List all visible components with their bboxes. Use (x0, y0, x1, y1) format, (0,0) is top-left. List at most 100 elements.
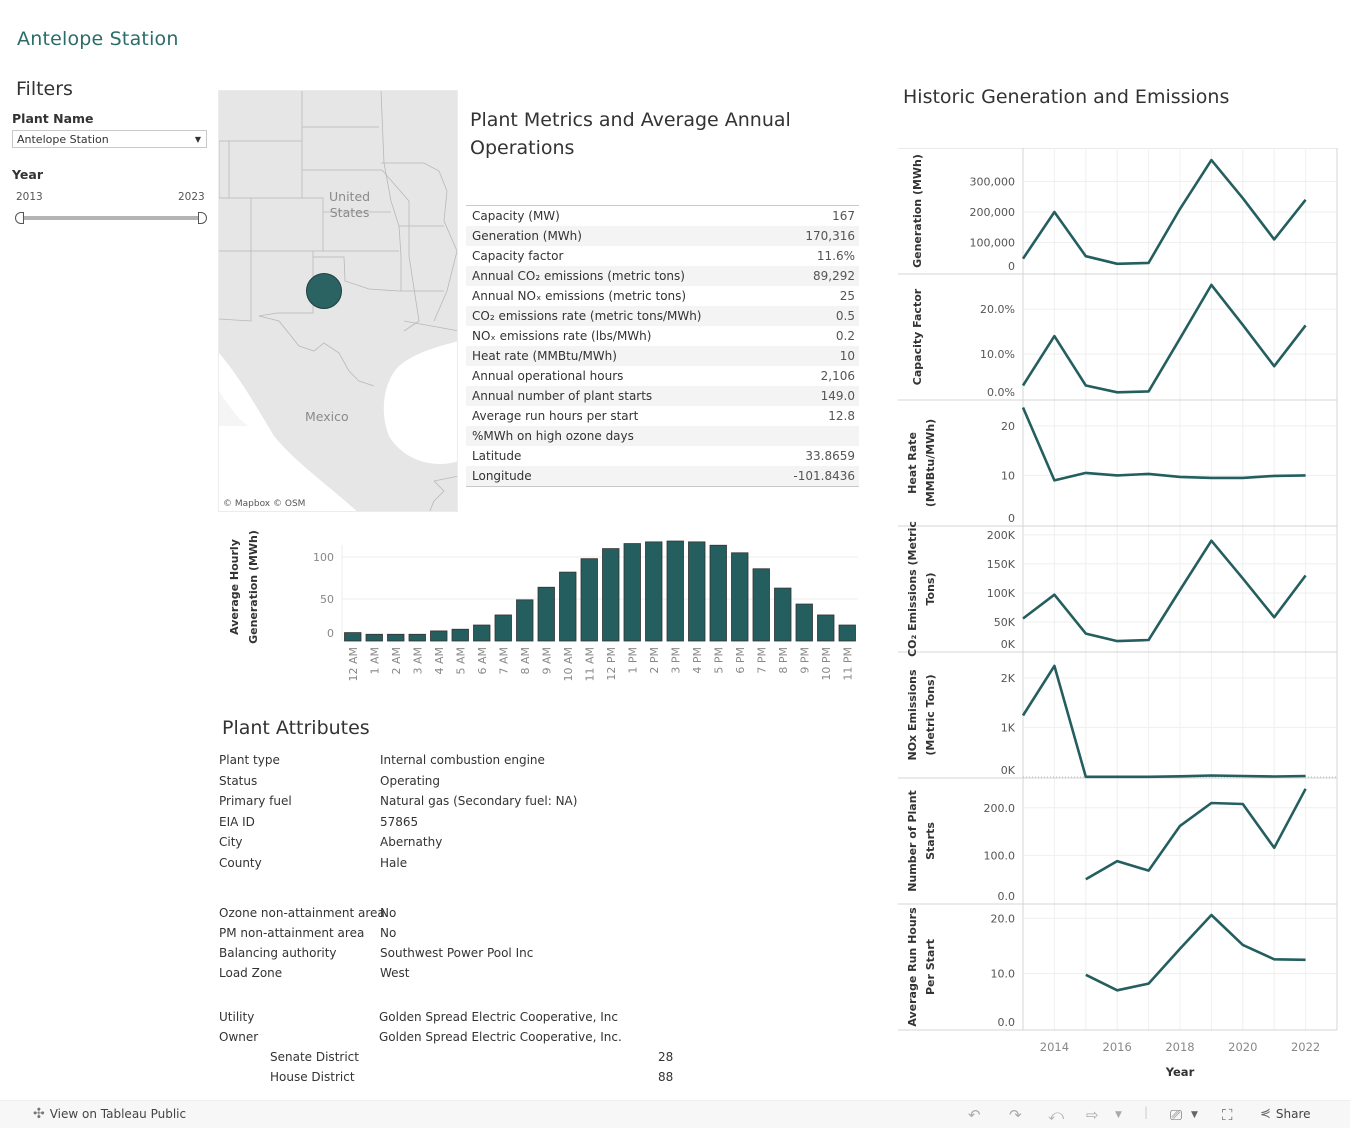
share-button[interactable]: ⋞ Share (1260, 1106, 1311, 1121)
filters-heading: Filters (16, 78, 73, 100)
bar (624, 544, 641, 641)
year-slider-max-handle[interactable] (198, 212, 207, 224)
metric-label: Annual number of plant starts (472, 386, 652, 406)
bar (603, 549, 620, 641)
metric-value: 170,316 (805, 226, 855, 246)
year-slider-track[interactable] (20, 216, 203, 220)
y-tick-label: 10.0 (991, 968, 1016, 981)
y-tick-label: 100,000 (970, 236, 1016, 249)
attribute-label: PM non-attainment area (219, 926, 364, 940)
metric-value: 11.6% (817, 246, 855, 266)
metrics-row: Annual NOₓ emissions (metric tons)25 (466, 286, 859, 306)
x-tick-label: 11 PM (841, 647, 854, 681)
pane-y-title: CO₂ Emissions (Metric (906, 521, 919, 657)
bar (452, 629, 469, 641)
bar (753, 569, 770, 641)
x-tick-label: 2020 (1228, 1040, 1257, 1054)
attribute-label: City (219, 835, 243, 849)
hourly-generation-chart: Average HourlyGeneration (MWh)05010012 A… (218, 530, 863, 694)
x-tick-label: 10 AM (562, 647, 575, 682)
plant-location-marker[interactable] (306, 273, 342, 309)
attribute-label: Balancing authority (219, 946, 337, 960)
x-tick-label: 3 AM (411, 647, 424, 675)
y-tick-label: 50K (994, 616, 1016, 629)
x-tick-label: 3 PM (669, 647, 682, 674)
historic-charts: Generation (MWh)0100,000200,000300,000Ca… (898, 148, 1340, 1087)
metric-value: 0.2 (836, 326, 855, 346)
y-tick-label: 1K (1001, 721, 1016, 734)
plant-attributes-title: Plant Attributes (222, 714, 370, 742)
revert-icon[interactable]: ⤺ (1048, 1106, 1064, 1124)
y-tick-label: 200.0 (984, 802, 1016, 815)
x-tick-label: 11 AM (583, 647, 596, 682)
attribute-value: Internal combustion engine (380, 753, 545, 767)
x-axis-title: Year (1165, 1065, 1195, 1079)
undo-icon[interactable]: ↶ (968, 1106, 981, 1124)
hourly-generation-svg: Average HourlyGeneration (MWh)05010012 A… (218, 530, 863, 690)
chevron-down-icon: ▼ (195, 133, 201, 146)
plant-metrics-title: Plant Metrics and Average Annual Operati… (470, 106, 850, 162)
year-slider-min-handle[interactable] (15, 212, 24, 224)
y-tick-label: 0 (1008, 512, 1015, 525)
metric-label: Capacity factor (472, 246, 563, 266)
metric-value: 12.8 (828, 406, 855, 426)
plant-name-dropdown[interactable]: Antelope Station ▼ (12, 130, 207, 148)
x-tick-label: 5 PM (712, 647, 725, 674)
x-tick-label: 6 PM (734, 647, 747, 674)
metrics-row: Annual CO₂ emissions (metric tons)89,292 (466, 266, 859, 286)
fullscreen-icon[interactable]: ⛶ (1222, 1106, 1233, 1124)
attribute-value: Abernathy (380, 835, 442, 849)
attribute-label: Status (219, 774, 257, 788)
plant-metrics-table: Capacity (MW)167Generation (MWh)170,316C… (466, 205, 859, 487)
bar (581, 559, 598, 641)
bottom-toolbar: ✣ View on Tableau Public ↶ ↷ ⤺ ⇨ ▼ | ⎚ ▼… (0, 1100, 1350, 1128)
x-tick-label: 2 PM (648, 647, 661, 674)
x-tick-label: 9 AM (540, 647, 553, 675)
map-credits[interactable]: © Mapbox © OSM (221, 499, 307, 509)
attribute-label: Load Zone (219, 966, 282, 980)
metrics-row: Annual operational hours2,106 (466, 366, 859, 386)
attribute-label: Plant type (219, 753, 280, 767)
plant-location-map[interactable]: UnitedStates Mexico © Mapbox © OSM (218, 90, 458, 512)
pane-y-title: (Metric Tons) (924, 674, 937, 755)
attribute-label: EIA ID (219, 815, 255, 829)
bar (538, 587, 555, 641)
metrics-row: Generation (MWh) 170,316 (466, 226, 859, 246)
view-on-tableau-label: View on Tableau Public (50, 1107, 186, 1121)
metric-label: Latitude (472, 446, 521, 466)
y-tick-label: 0 (1008, 260, 1015, 273)
y-tick-label: 0.0% (987, 386, 1015, 399)
historic-charts-svg: Generation (MWh)0100,000200,000300,000Ca… (898, 148, 1340, 1083)
y-tick-label: 200,000 (970, 206, 1016, 219)
x-tick-label: 12 AM (347, 647, 360, 682)
attribute-value: Natural gas (Secondary fuel: NA) (380, 794, 577, 808)
bar (646, 542, 663, 641)
attribute-value: Golden Spread Electric Cooperative, Inc (379, 1010, 618, 1024)
series-line (1023, 666, 1306, 777)
metric-value: 2,106 (821, 366, 855, 386)
series-line (1023, 408, 1306, 481)
redo-icon[interactable]: ↷ (1009, 1106, 1022, 1124)
metrics-row: Annual number of plant starts 149.0 (466, 386, 859, 406)
metric-value: 167 (832, 206, 855, 226)
refresh-icon[interactable]: ⇨ (1086, 1106, 1099, 1124)
view-on-tableau-link[interactable]: ✣ View on Tableau Public (33, 1106, 186, 1122)
download-dropdown-icon[interactable]: ▼ (1191, 1110, 1198, 1120)
metric-label: Annual NOₓ emissions (metric tons) (472, 286, 686, 306)
x-tick-label: 1 AM (368, 647, 381, 675)
y-tick-label: 10 (1001, 469, 1015, 482)
metric-label: Generation (MWh) (472, 226, 582, 246)
refresh-dropdown-icon[interactable]: ▼ (1115, 1110, 1122, 1120)
attribute-label: County (219, 856, 262, 870)
bar (388, 634, 405, 641)
y-tick-label: 0.0 (998, 890, 1016, 903)
y-tick-label: 0K (1001, 764, 1016, 777)
metrics-row: Heat rate (MMBtu/MWh)10 (466, 346, 859, 366)
metric-label: %MWh on high ozone days (472, 426, 634, 446)
download-icon[interactable]: ⎚ (1170, 1106, 1182, 1124)
y-axis-title: Average Hourly (228, 539, 241, 635)
y-tick-label: 100K (987, 587, 1016, 600)
attribute-value: 28 (658, 1050, 673, 1064)
bar (796, 604, 813, 641)
metric-value: 149.0 (821, 386, 855, 406)
